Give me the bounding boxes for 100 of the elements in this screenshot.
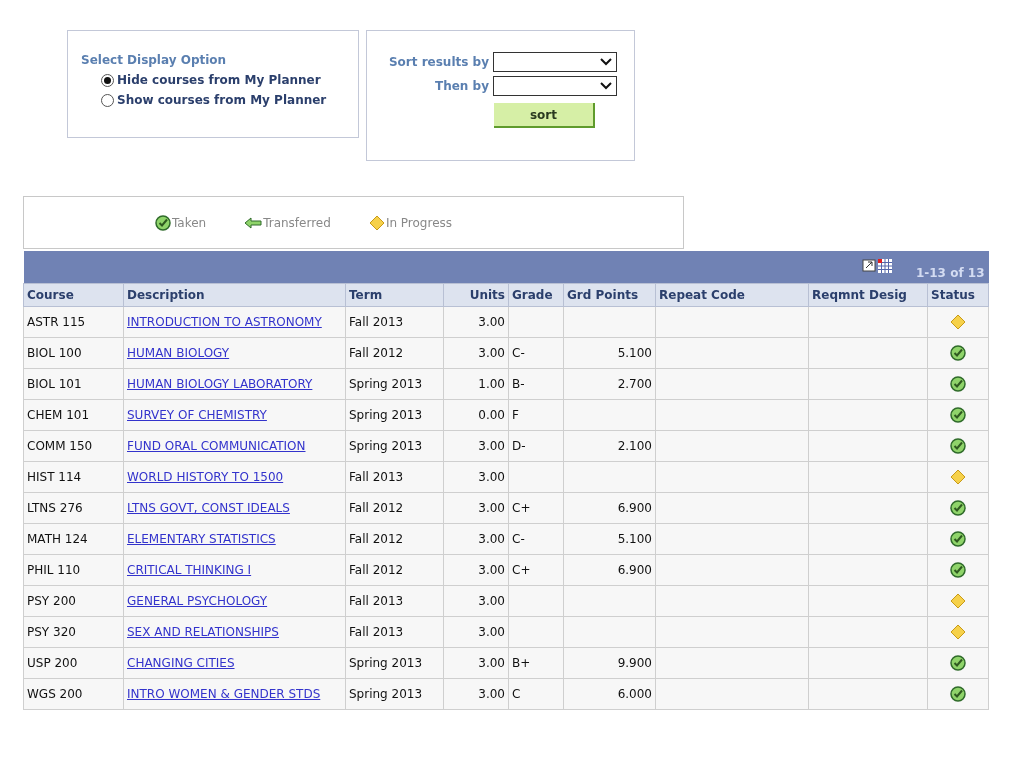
table-cell: C+: [508, 492, 564, 524]
table-cell: 0.00: [443, 399, 509, 431]
course-link[interactable]: INTRO WOMEN & GENDER STDS: [127, 687, 321, 701]
table-cell: Spring 2013: [345, 678, 444, 710]
chevron-down-icon: [600, 58, 612, 66]
check-circle-icon: [950, 500, 966, 516]
radio-label: Show courses from My Planner: [117, 93, 327, 107]
course-link[interactable]: WORLD HISTORY TO 1500: [127, 470, 284, 484]
course-link[interactable]: LTNS GOVT, CONST IDEALS: [127, 501, 290, 515]
radio-button[interactable]: [101, 93, 114, 107]
check-circle-icon: [950, 438, 966, 454]
table-cell: B+: [508, 647, 564, 679]
diamond-icon: [950, 593, 966, 609]
table-cell: B-: [508, 368, 564, 400]
sort-label: Sort results by: [388, 55, 489, 69]
table-cell: CHEM 101: [23, 399, 124, 431]
dropdown[interactable]: [493, 52, 617, 72]
table-cell: USP 200: [23, 647, 124, 679]
table-cell: HIST 114: [23, 461, 124, 493]
table-cell: [508, 616, 564, 648]
table-cell: 3.00: [443, 523, 509, 555]
diamond-icon: [950, 469, 966, 485]
diamond-icon: [950, 314, 966, 330]
table-cell: WGS 200: [23, 678, 124, 710]
table-cell: Spring 2013: [345, 430, 444, 462]
course-link[interactable]: CHANGING CITIES: [127, 656, 235, 670]
dropdown[interactable]: [493, 76, 617, 96]
table-cell: F: [508, 399, 564, 431]
table-cell: 3.00: [443, 306, 509, 338]
table-cell: 6.900: [563, 492, 656, 524]
table-cell: 3.00: [443, 337, 509, 369]
check-circle-icon: [950, 531, 966, 547]
table-cell: Fall 2013: [345, 461, 444, 493]
table-cell: 3.00: [443, 461, 509, 493]
table-cell: PSY 320: [23, 616, 124, 648]
table-cell: [508, 585, 564, 617]
course-link[interactable]: INTRODUCTION TO ASTRONOMY: [127, 315, 322, 329]
legend-label: Taken: [171, 215, 207, 230]
table-cell: Fall 2012: [345, 492, 444, 524]
column-header: Grade: [508, 283, 564, 307]
table-cell: [508, 461, 564, 493]
table-cell: PSY 200: [23, 585, 124, 617]
table-cell: C-: [508, 337, 564, 369]
legend-label: In Progress: [385, 215, 453, 230]
column-header: Reqmnt Desig: [808, 283, 928, 307]
table-cell: Fall 2012: [345, 337, 444, 369]
table-cell: Spring 2013: [345, 368, 444, 400]
sort-button[interactable]: sort: [494, 103, 595, 128]
column-header: Units: [443, 283, 509, 307]
table-cell: C-: [508, 523, 564, 555]
table-cell: 6.900: [563, 554, 656, 586]
table-cell: Spring 2013: [345, 647, 444, 679]
table-cell: Fall 2012: [345, 523, 444, 555]
course-link[interactable]: HUMAN BIOLOGY: [127, 346, 230, 360]
course-link[interactable]: GENERAL PSYCHOLOGY: [127, 594, 268, 608]
table-cell: PHIL 110: [23, 554, 124, 586]
course-link[interactable]: ELEMENTARY STATISTICS: [127, 532, 276, 546]
table-cell: Fall 2013: [345, 616, 444, 648]
diamond-icon: [950, 624, 966, 640]
course-link[interactable]: SURVEY OF CHEMISTRY: [127, 408, 267, 422]
table-cell: Fall 2012: [345, 554, 444, 586]
table-cell: 3.00: [443, 647, 509, 679]
table-cell: BIOL 100: [23, 337, 124, 369]
zoom-icon[interactable]: [861, 259, 876, 272]
table-cell: 6.000: [563, 678, 656, 710]
check-circle-icon: [950, 345, 966, 361]
course-link[interactable]: FUND ORAL COMMUNICATION: [127, 439, 306, 453]
table-cell: MATH 124: [23, 523, 124, 555]
course-link[interactable]: SEX AND RELATIONSHIPS: [127, 625, 279, 639]
table-cell: 3.00: [443, 430, 509, 462]
table-cell: 3.00: [443, 616, 509, 648]
table-cell: 5.100: [563, 523, 656, 555]
table-cell: 5.100: [563, 337, 656, 369]
column-header: Grd Points: [563, 283, 656, 307]
table-cell: 1.00: [443, 368, 509, 400]
sort-label: Then by: [435, 79, 489, 93]
legend-label: Transferred: [263, 215, 331, 230]
table-cell: COMM 150: [23, 430, 124, 462]
table-cell: D-: [508, 430, 564, 462]
check-circle-icon: [950, 655, 966, 671]
table-cell: [508, 306, 564, 338]
course-link[interactable]: CRITICAL THINKING I: [127, 563, 252, 577]
table-cell: 2.100: [563, 430, 656, 462]
radio-button[interactable]: [101, 73, 114, 87]
table-cell: Fall 2013: [345, 585, 444, 617]
check-circle-icon: [154, 214, 171, 231]
check-circle-icon: [950, 407, 966, 423]
table-cell: Fall 2013: [345, 306, 444, 338]
table-cell: Spring 2013: [345, 399, 444, 431]
course-link[interactable]: HUMAN BIOLOGY LABORATORY: [127, 377, 313, 391]
chevron-down-icon: [600, 82, 612, 90]
table-cell: ASTR 115: [23, 306, 124, 338]
left-arrow-icon: [244, 216, 263, 229]
table-cell: BIOL 101: [23, 368, 124, 400]
table-cell: 3.00: [443, 554, 509, 586]
grid-icon[interactable]: [877, 259, 892, 273]
table-cell: C+: [508, 554, 564, 586]
table-cell: 3.00: [443, 492, 509, 524]
table-cell: 3.00: [443, 678, 509, 710]
column-header: Description: [123, 283, 346, 307]
